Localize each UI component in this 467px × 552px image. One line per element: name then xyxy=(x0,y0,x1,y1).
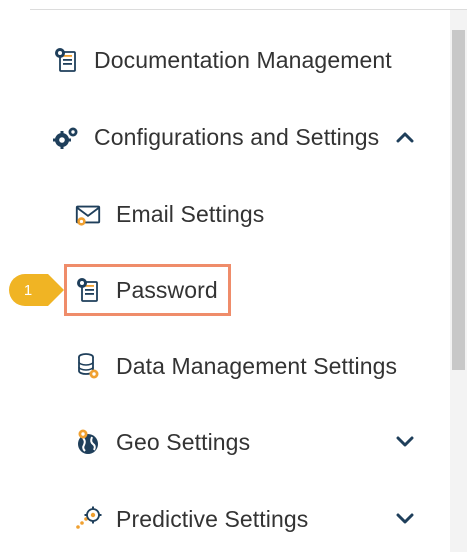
chevron-down-icon[interactable] xyxy=(394,431,416,453)
envelope-gear-icon xyxy=(74,200,102,228)
menu-item-configurations-and-settings[interactable]: Configurations and Settings xyxy=(52,117,379,157)
document-gear-icon xyxy=(52,46,80,74)
menu-item-documentation-management[interactable]: Documentation Management xyxy=(52,40,392,80)
menu-item-predictive-settings[interactable]: Predictive Settings xyxy=(74,499,308,539)
menu-item-label: Geo Settings xyxy=(116,428,251,455)
highlight-box xyxy=(64,264,231,316)
menu-item-label: Data Management Settings xyxy=(116,352,398,379)
menu-item-label: Email Settings xyxy=(116,200,265,227)
menu-item-email-settings[interactable]: Email Settings xyxy=(74,194,264,234)
top-divider xyxy=(30,9,467,10)
chart-gear-icon xyxy=(74,505,102,533)
menu-item-label: Predictive Settings xyxy=(116,505,309,532)
menu-item-data-management-settings[interactable]: Data Management Settings xyxy=(74,346,397,386)
database-gear-icon xyxy=(74,352,102,380)
scrollbar-thumb[interactable] xyxy=(452,30,465,370)
menu-item-label: Configurations and Settings xyxy=(94,123,380,150)
step-callout-number: 1 xyxy=(23,281,33,299)
menu-item-label: Documentation Management xyxy=(94,46,392,73)
gears-icon xyxy=(52,123,80,151)
globe-gear-icon xyxy=(74,428,102,456)
chevron-down-icon[interactable] xyxy=(394,508,416,530)
settings-menu-panel: Documentation Management Configurations … xyxy=(0,0,467,552)
menu-item-geo-settings[interactable]: Geo Settings xyxy=(74,422,250,462)
chevron-up-icon[interactable] xyxy=(394,126,416,148)
